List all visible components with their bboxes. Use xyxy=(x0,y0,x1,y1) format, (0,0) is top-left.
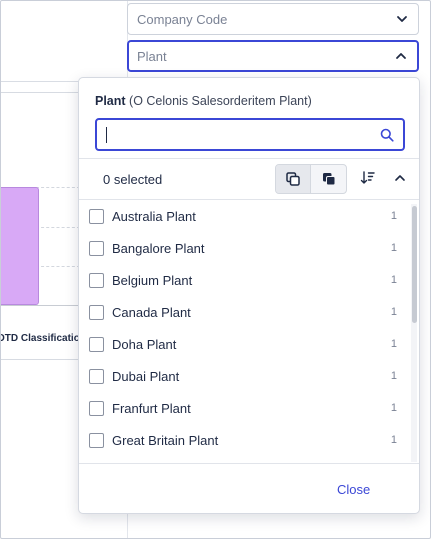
item-count: 1 xyxy=(390,434,397,446)
item-label: Australia Plant xyxy=(112,208,196,224)
plant-placeholder: Plant xyxy=(137,48,167,64)
item-count: 1 xyxy=(390,274,397,286)
item-count: 1 xyxy=(390,306,397,318)
item-count: 1 xyxy=(390,210,397,222)
checkbox[interactable] xyxy=(89,272,104,288)
item-label: Great Britain Plant xyxy=(112,432,219,448)
selected-count: 0 selected xyxy=(103,172,163,187)
checkbox[interactable] xyxy=(89,304,104,320)
deselect-button[interactable] xyxy=(311,165,346,193)
list-item-partial[interactable] xyxy=(79,456,409,463)
chevron-down-icon xyxy=(397,16,407,22)
item-label: Dubai Plant xyxy=(112,368,180,384)
item-label: Doha Plant xyxy=(112,336,177,352)
item-label: Canada Plant xyxy=(112,304,191,320)
chart-bar[interactable] xyxy=(0,187,39,305)
checkbox[interactable] xyxy=(89,208,104,224)
scrollbar-thumb[interactable] xyxy=(412,206,417,323)
item-count: 1 xyxy=(390,338,397,350)
chevron-up-icon xyxy=(396,53,406,59)
item-label: Bangalore Plant xyxy=(112,240,205,256)
selection-mode-toggle xyxy=(275,164,347,194)
divider xyxy=(79,463,419,464)
list-item[interactable]: Dubai Plant 1 xyxy=(79,360,409,392)
checkbox[interactable] xyxy=(89,400,104,416)
plant-options-list: Australia Plant 1 Bangalore Plant 1 Belg… xyxy=(79,200,419,463)
plant-dropdown-panel: Plant (O Celonis Salesorderitem Plant) 0… xyxy=(78,77,420,514)
list-item[interactable]: Belgium Plant 1 xyxy=(79,264,409,296)
plant-select[interactable]: Plant xyxy=(127,40,419,72)
list-item[interactable]: Doha Plant 1 xyxy=(79,328,409,360)
select-all-icon xyxy=(286,172,300,186)
select-all-button[interactable] xyxy=(276,165,311,193)
text-caret xyxy=(106,127,107,143)
chart-axis-label: OTD Classificatio xyxy=(0,333,80,344)
company-code-placeholder: Company Code xyxy=(137,11,228,27)
dropdown-title: Plant (O Celonis Salesorderitem Plant) xyxy=(95,94,312,108)
list-item[interactable]: Canada Plant 1 xyxy=(79,296,409,328)
list-item[interactable]: Great Britain Plant 1 xyxy=(79,424,409,456)
deselect-icon xyxy=(322,173,335,186)
sort-icon[interactable] xyxy=(360,170,376,186)
chart-x-axis xyxy=(0,305,80,306)
checkbox[interactable] xyxy=(89,368,104,384)
search-icon[interactable] xyxy=(380,128,394,142)
item-label: Belgium Plant xyxy=(112,272,193,288)
list-item[interactable]: Australia Plant 1 xyxy=(79,200,409,232)
checkbox[interactable] xyxy=(89,336,104,352)
checkbox[interactable] xyxy=(89,432,104,448)
item-count: 1 xyxy=(390,402,397,414)
company-code-select[interactable]: Company Code xyxy=(127,3,419,35)
search-input[interactable] xyxy=(95,118,405,151)
checkbox[interactable] xyxy=(89,240,104,256)
divider xyxy=(79,158,419,159)
list-item[interactable]: Franfurt Plant 1 xyxy=(79,392,409,424)
list-item[interactable]: Bangalore Plant 1 xyxy=(79,232,409,264)
collapse-icon[interactable] xyxy=(392,170,408,186)
item-count: 1 xyxy=(390,370,397,382)
item-count: 1 xyxy=(390,242,397,254)
item-label: Franfurt Plant xyxy=(112,400,191,416)
close-button[interactable]: Close xyxy=(337,482,370,497)
